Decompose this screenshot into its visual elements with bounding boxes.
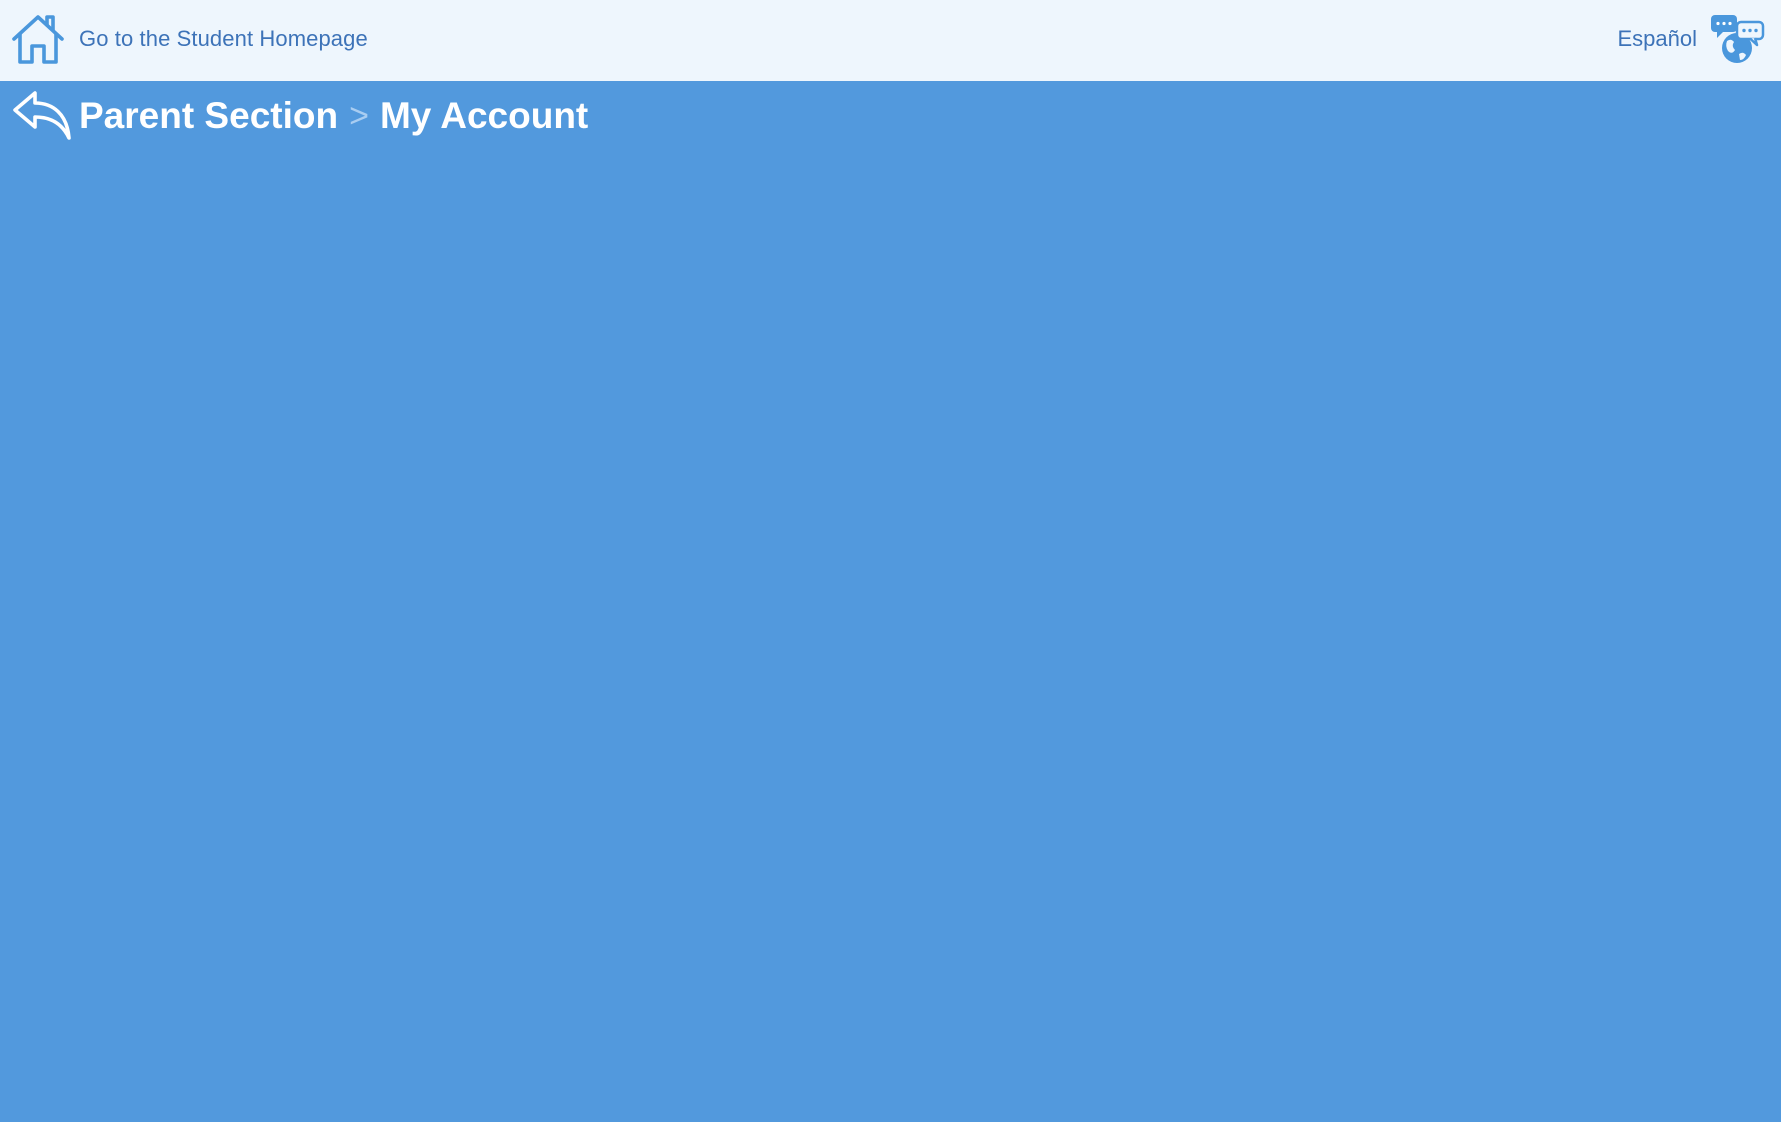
language-toggle[interactable]: Español: [1617, 13, 1765, 65]
student-homepage-label: Go to the Student Homepage: [79, 26, 368, 51]
house-icon: [12, 15, 64, 64]
breadcrumb: Parent Section > My Account: [13, 90, 588, 142]
main-content: [0, 150, 1781, 1122]
breadcrumb-my-account: My Account: [379, 95, 589, 136]
top-bar: Go to the Student Homepage Español: [0, 0, 1781, 81]
language-label: Español: [1617, 26, 1697, 51]
breadcrumb-separator: >: [349, 96, 369, 135]
student-homepage-link[interactable]: Go to the Student Homepage: [11, 13, 368, 65]
breadcrumb-parent-section[interactable]: Parent Section: [79, 95, 338, 137]
reply-arrow-icon[interactable]: [13, 90, 71, 142]
globe-chat-icon: [1711, 15, 1765, 63]
